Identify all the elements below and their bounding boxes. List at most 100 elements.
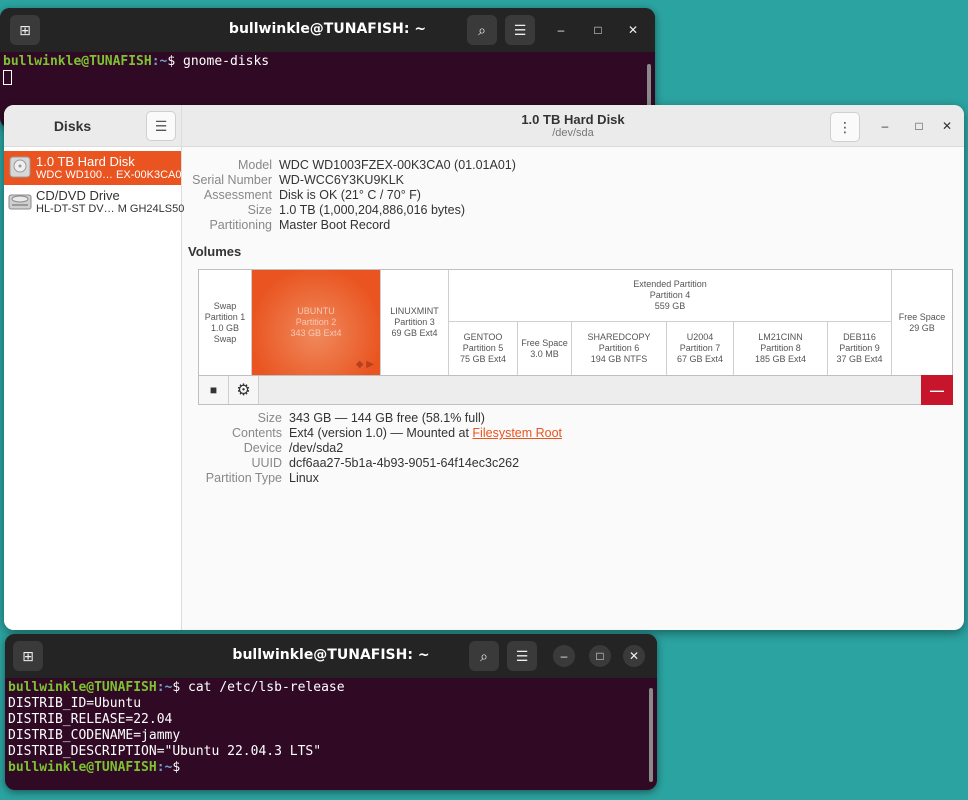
volume-size: 67 GB Ext4: [676, 354, 724, 364]
volume-partition: Partition 3: [394, 317, 435, 327]
volume-deb116[interactable]: DEB116 Partition 9 37 GB Ext4: [828, 322, 892, 375]
gear-icon[interactable]: ⚙: [229, 376, 259, 404]
info-value: /dev/sda2: [289, 441, 344, 455]
disk-model: HL-DT-ST DV… M GH24LS50: [36, 203, 185, 215]
minimize-button[interactable]: –: [874, 115, 896, 137]
hamburger-menu-icon[interactable]: ☰: [146, 111, 176, 141]
info-value: WDC WD1003FZEX-00K3CA0 (01.01A01): [279, 158, 516, 172]
info-value: dcf6aa27-5b1a-4b93-9051-64f14ec3c262: [289, 456, 520, 470]
main-header: 1.0 TB Hard Disk /dev/sda ⋮ – □ ✕: [182, 105, 964, 147]
minimize-button[interactable]: –: [553, 645, 575, 667]
hamburger-menu-icon[interactable]: ☰: [507, 641, 537, 671]
volume-gentoo[interactable]: GENTOO Partition 5 75 GB Ext4: [449, 322, 518, 375]
volume-extended[interactable]: Extended Partition Partition 4 559 GB: [449, 270, 892, 322]
prompt-user-host: bullwinkle@TUNAFISH: [8, 680, 157, 695]
terminal-output[interactable]: bullwinkle@TUNAFISH:~$ gnome-disks: [0, 52, 655, 89]
volume-size: 29 GB: [909, 322, 935, 333]
volume-name: UBUNTU: [297, 306, 335, 316]
volume-info: Size 343 GB — 144 GB free (58.1% full) Co…: [182, 411, 562, 486]
output-line: DISTRIB_RELEASE=22.04: [8, 712, 173, 727]
terminal-titlebar[interactable]: ⊞ bullwinkle@TUNAFISH: ~ ⌕ ☰ – □ ✕: [5, 634, 657, 678]
volume-size: 75 GB Ext4: [459, 354, 507, 364]
filesystem-root-link[interactable]: Filesystem Root: [472, 426, 562, 440]
info-key: Partition Type: [205, 471, 282, 485]
volume-free-space-end[interactable]: Free Space 29 GB: [892, 270, 952, 375]
terminal-cursor: [3, 70, 12, 85]
disks-sidebar: Disks ☰ 1.0 TB Hard Disk WDC WD100… EX-0…: [4, 105, 185, 630]
info-key: Size: [257, 411, 282, 425]
optical-drive-icon: [8, 194, 32, 210]
volume-swap[interactable]: Swap Partition 1 1.0 GB Swap: [199, 270, 252, 375]
volume-toolbar: ■ ⚙ —: [198, 375, 953, 405]
info-key: Size: [247, 203, 272, 217]
maximize-button[interactable]: □: [908, 115, 930, 137]
prompt-user-host: bullwinkle@TUNAFISH: [8, 760, 157, 775]
disks-window[interactable]: Disks ☰ 1.0 TB Hard Disk WDC WD100… EX-0…: [4, 105, 964, 630]
terminal-window-bottom[interactable]: ⊞ bullwinkle@TUNAFISH: ~ ⌕ ☰ – □ ✕ bullw…: [5, 634, 657, 790]
volume-size: 343 GB Ext4: [290, 328, 342, 338]
volume-partition: Partition 2: [295, 317, 337, 327]
prompt-user-host: bullwinkle@TUNAFISH: [3, 54, 152, 69]
volume-sharedcopy[interactable]: SHAREDCOPY Partition 6 194 GB NTFS: [572, 322, 667, 375]
volumes-heading: Volumes: [188, 244, 242, 259]
hard-disk-icon: [9, 156, 31, 178]
prompt-path: :~: [156, 760, 173, 775]
info-key: Serial Number: [192, 173, 272, 187]
volume-lm21cinn[interactable]: LM21CINN Partition 8 185 GB Ext4: [734, 322, 828, 375]
volume-free-space[interactable]: Free Space 3.0 MB: [518, 322, 572, 375]
disk-info: Model WDC WD1003FZEX-00K3CA0 (01.01A01) S…: [182, 158, 516, 233]
search-icon[interactable]: ⌕: [467, 15, 497, 45]
volume-ubuntu[interactable]: UBUNTU Partition 2 343 GB Ext4 ◆ ▶: [252, 270, 381, 375]
close-button[interactable]: ✕: [622, 19, 644, 41]
volume-name: LINUXMINT: [390, 306, 439, 316]
search-icon[interactable]: ⌕: [469, 641, 499, 671]
delete-partition-button[interactable]: —: [921, 375, 953, 405]
volume-partition: Partition 9: [839, 343, 880, 353]
sidebar-header: Disks ☰: [4, 105, 181, 147]
terminal-scrollbar[interactable]: [649, 688, 653, 782]
close-button[interactable]: ✕: [936, 115, 958, 137]
hamburger-menu-icon[interactable]: ☰: [505, 15, 535, 45]
info-value: Master Boot Record: [279, 218, 391, 232]
volume-u2004[interactable]: U2004 Partition 7 67 GB Ext4: [667, 322, 734, 375]
output-line: DISTRIB_ID=Ubuntu: [8, 696, 142, 711]
volume-size: 185 GB Ext4: [754, 354, 807, 364]
output-line: DISTRIB_DESCRIPTION="Ubuntu 22.04.3 LTS": [8, 744, 322, 759]
volume-partition: Partition 7: [679, 343, 721, 353]
disk-model: WDC WD100… EX-00K3CA0: [36, 169, 182, 181]
info-key: Model: [237, 158, 272, 172]
command-text: $ cat /etc/lsb-release: [172, 680, 345, 695]
info-value: 1.0 TB (1,000,204,886,016 bytes): [279, 203, 466, 217]
volume-name: GENTOO: [463, 332, 503, 342]
sidebar-item-cd-dvd[interactable]: CD/DVD Drive HL-DT-ST DV… M GH24LS50: [4, 185, 185, 219]
terminal-output[interactable]: bullwinkle@TUNAFISH:~$ cat /etc/lsb-rele…: [5, 678, 657, 778]
sidebar-title: Disks: [53, 118, 92, 134]
sidebar-item-hard-disk[interactable]: 1.0 TB Hard Disk WDC WD100… EX-00K3CA0: [4, 151, 182, 185]
output-line: DISTRIB_CODENAME=jammy: [8, 728, 181, 743]
volume-size: 69 GB Ext4: [391, 328, 438, 338]
terminal-titlebar[interactable]: ⊞ bullwinkle@TUNAFISH: ~ ⌕ ☰ – □ ✕: [0, 8, 655, 52]
maximize-button[interactable]: □: [587, 19, 609, 41]
volume-partition: Partition 8: [760, 343, 801, 353]
stop-icon[interactable]: ■: [199, 376, 229, 404]
info-key: Device: [243, 441, 282, 455]
info-value: WD-WCC6Y3KU9KLK: [279, 173, 405, 187]
volume-linuxmint[interactable]: LINUXMINT Partition 3 69 GB Ext4: [381, 270, 449, 375]
volume-name: Swap: [213, 300, 237, 311]
info-value: 343 GB — 144 GB free (58.1% full): [289, 411, 485, 425]
info-key: Partitioning: [209, 218, 272, 232]
disk-name: 1.0 TB Hard Disk: [36, 154, 135, 169]
disks-main-panel: 1.0 TB Hard Disk /dev/sda ⋮ – □ ✕ Model W…: [182, 105, 964, 630]
volume-name: U2004: [686, 332, 714, 342]
maximize-button[interactable]: □: [589, 645, 611, 667]
kebab-menu-icon[interactable]: ⋮: [830, 112, 860, 142]
prompt-symbol: $: [172, 760, 181, 775]
volume-size: 3.0 MB: [530, 348, 559, 359]
info-value: Linux: [289, 471, 319, 485]
minimize-button[interactable]: –: [550, 19, 572, 41]
volume-partition: Partition 5: [462, 343, 504, 353]
info-key: Contents: [231, 426, 282, 440]
volume-name: LM21CINN: [758, 332, 803, 342]
close-button[interactable]: ✕: [623, 645, 645, 667]
volume-size: 194 GB NTFS: [590, 354, 648, 364]
